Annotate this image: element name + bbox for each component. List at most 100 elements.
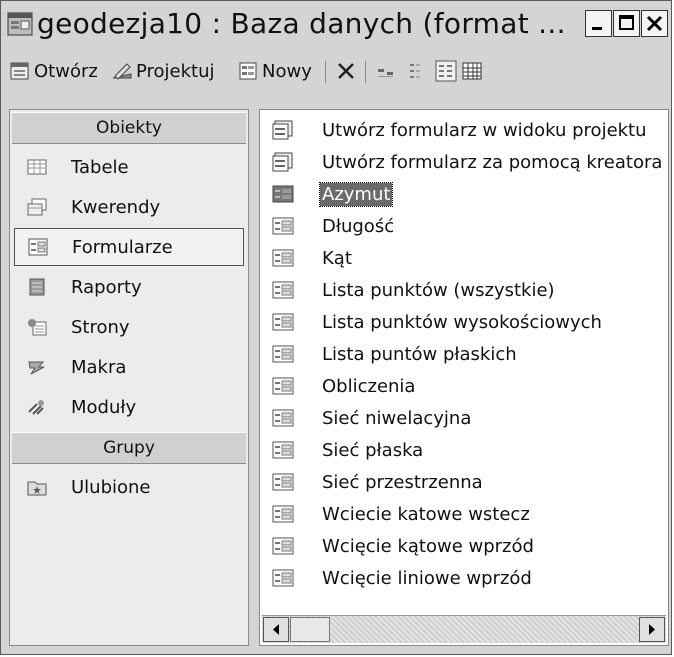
list-item[interactable]: Sieć niwelacyjna — [260, 402, 668, 434]
close-button[interactable] — [641, 10, 668, 37]
list-item[interactable]: Sieć przestrzenna — [260, 466, 668, 498]
wizard-icon — [272, 120, 293, 140]
list-item[interactable]: Azymut — [260, 178, 668, 210]
maximize-button[interactable] — [613, 10, 640, 37]
list-item-label: Obliczenia — [322, 375, 416, 397]
list-item[interactable]: Sieć płaska — [260, 434, 668, 466]
scroll-left-button[interactable] — [263, 617, 289, 642]
list-item-label: Długość — [322, 215, 395, 237]
title-bar[interactable]: geodezja10 : Baza danych (format ... — [3, 3, 669, 47]
object-forms[interactable]: Formularze — [14, 228, 244, 266]
report-icon — [29, 278, 45, 296]
list-item[interactable]: Lista puntów płaskich — [260, 338, 668, 370]
list-item[interactable]: Lista punktów wysokościowych — [260, 306, 668, 338]
object-reports[interactable]: Raporty — [14, 268, 244, 306]
list-item[interactable]: Wcięcie kątowe wprzód — [260, 530, 668, 562]
form-icon — [272, 537, 294, 555]
object-list: Utwórz formularz w widoku projektu Utwór… — [259, 109, 669, 646]
form-icon — [272, 409, 294, 427]
list-item[interactable]: Lista punktów (wszystkie) — [260, 274, 668, 306]
page-icon — [28, 319, 47, 336]
object-label: Kwerendy — [71, 196, 161, 218]
list-item-label: Utwórz formularz w widoku projektu — [322, 119, 647, 141]
new-label: Nowy — [262, 60, 312, 82]
list-item[interactable]: Obliczenia — [260, 370, 668, 402]
form-icon — [272, 185, 294, 203]
list-item-label: Azymut — [318, 181, 394, 207]
list-item-label: Sieć płaska — [322, 439, 424, 461]
objects-header[interactable]: Obiekty — [12, 112, 246, 144]
close-icon — [646, 15, 663, 32]
design-icon — [112, 63, 132, 80]
object-label: Raporty — [71, 276, 142, 298]
list-item-label: Lista puntów płaskich — [322, 343, 517, 365]
wizard-icon — [272, 152, 293, 172]
macro-icon — [28, 361, 45, 375]
list-item[interactable]: Kąt — [260, 242, 668, 274]
object-modules[interactable]: Moduły — [14, 388, 244, 426]
delete-x-icon — [338, 63, 354, 79]
list-item[interactable]: Wcięcie liniowe wprzód — [260, 562, 668, 594]
groups-header[interactable]: Grupy — [12, 432, 246, 464]
object-label: Moduły — [71, 396, 137, 418]
minimize-button[interactable] — [585, 10, 612, 37]
open-label: Otwórz — [34, 60, 98, 82]
small-icons-button[interactable] — [407, 57, 432, 85]
toolbar: Otwórz Projektuj Nowy — [3, 49, 669, 91]
large-icons-icon — [378, 69, 393, 77]
delete-button[interactable] — [335, 57, 360, 85]
toolbar-separator — [365, 61, 366, 83]
module-icon — [28, 400, 44, 415]
object-macros[interactable]: Makra — [14, 348, 244, 386]
toolbar-separator — [325, 61, 326, 83]
new-button[interactable]: Nowy — [237, 57, 312, 85]
list-item[interactable]: Utwórz formularz za pomocą kreatora — [260, 146, 668, 178]
form-icon — [272, 377, 294, 395]
object-label: Formularze — [72, 236, 173, 258]
object-label: Ulubione — [71, 476, 151, 498]
scroll-right-button[interactable] — [639, 617, 665, 642]
form-icon — [272, 249, 294, 267]
window-title: geodezja10 : Baza danych (format ... — [37, 7, 566, 40]
list-item-label: Kąt — [322, 247, 352, 269]
list-item-label: Utwórz formularz za pomocą kreatora — [322, 151, 663, 173]
minimize-icon — [592, 27, 602, 30]
form-icon — [272, 473, 294, 491]
list-item-label: Wcięcie kątowe wprzód — [322, 535, 534, 557]
large-icons-button[interactable] — [375, 57, 400, 85]
object-label: Strony — [71, 316, 130, 338]
object-label: Tabele — [71, 156, 129, 178]
form-icon — [272, 217, 294, 235]
table-icon — [27, 159, 47, 175]
design-button[interactable]: Projektuj — [111, 57, 215, 85]
object-label: Makra — [71, 356, 127, 378]
list-item[interactable]: Długość — [260, 210, 668, 242]
scroll-thumb[interactable] — [290, 617, 330, 642]
object-tables[interactable]: Tabele — [14, 148, 244, 186]
database-icon — [7, 12, 33, 36]
query-icon — [27, 198, 47, 216]
maximize-icon — [619, 15, 634, 30]
arrow-left-icon — [273, 624, 279, 635]
object-queries[interactable]: Kwerendy — [14, 188, 244, 226]
form-icon — [272, 345, 294, 363]
new-object-icon — [239, 62, 257, 80]
form-icon — [28, 238, 48, 256]
form-icon — [272, 505, 294, 523]
open-button[interactable]: Otwórz — [9, 57, 98, 85]
form-icon — [272, 313, 294, 331]
list-item[interactable]: Wciecie katowe wstecz — [260, 498, 668, 530]
list-item-label: Lista punktów wysokościowych — [322, 311, 602, 333]
list-item-label: Sieć przestrzenna — [322, 471, 483, 493]
horizontal-scrollbar[interactable] — [262, 615, 666, 643]
form-icon — [272, 441, 294, 459]
list-item[interactable]: Utwórz formularz w widoku projektu — [260, 114, 668, 146]
details-view-button[interactable] — [461, 57, 486, 85]
group-favorites[interactable]: Ulubione — [14, 468, 244, 506]
database-window: geodezja10 : Baza danych (format ... Otw… — [0, 0, 672, 655]
form-icon — [272, 569, 294, 587]
list-item-label: Lista punktów (wszystkie) — [322, 279, 555, 301]
object-pages[interactable]: Strony — [14, 308, 244, 346]
arrow-right-icon — [649, 624, 655, 635]
list-view-button[interactable] — [435, 57, 460, 85]
